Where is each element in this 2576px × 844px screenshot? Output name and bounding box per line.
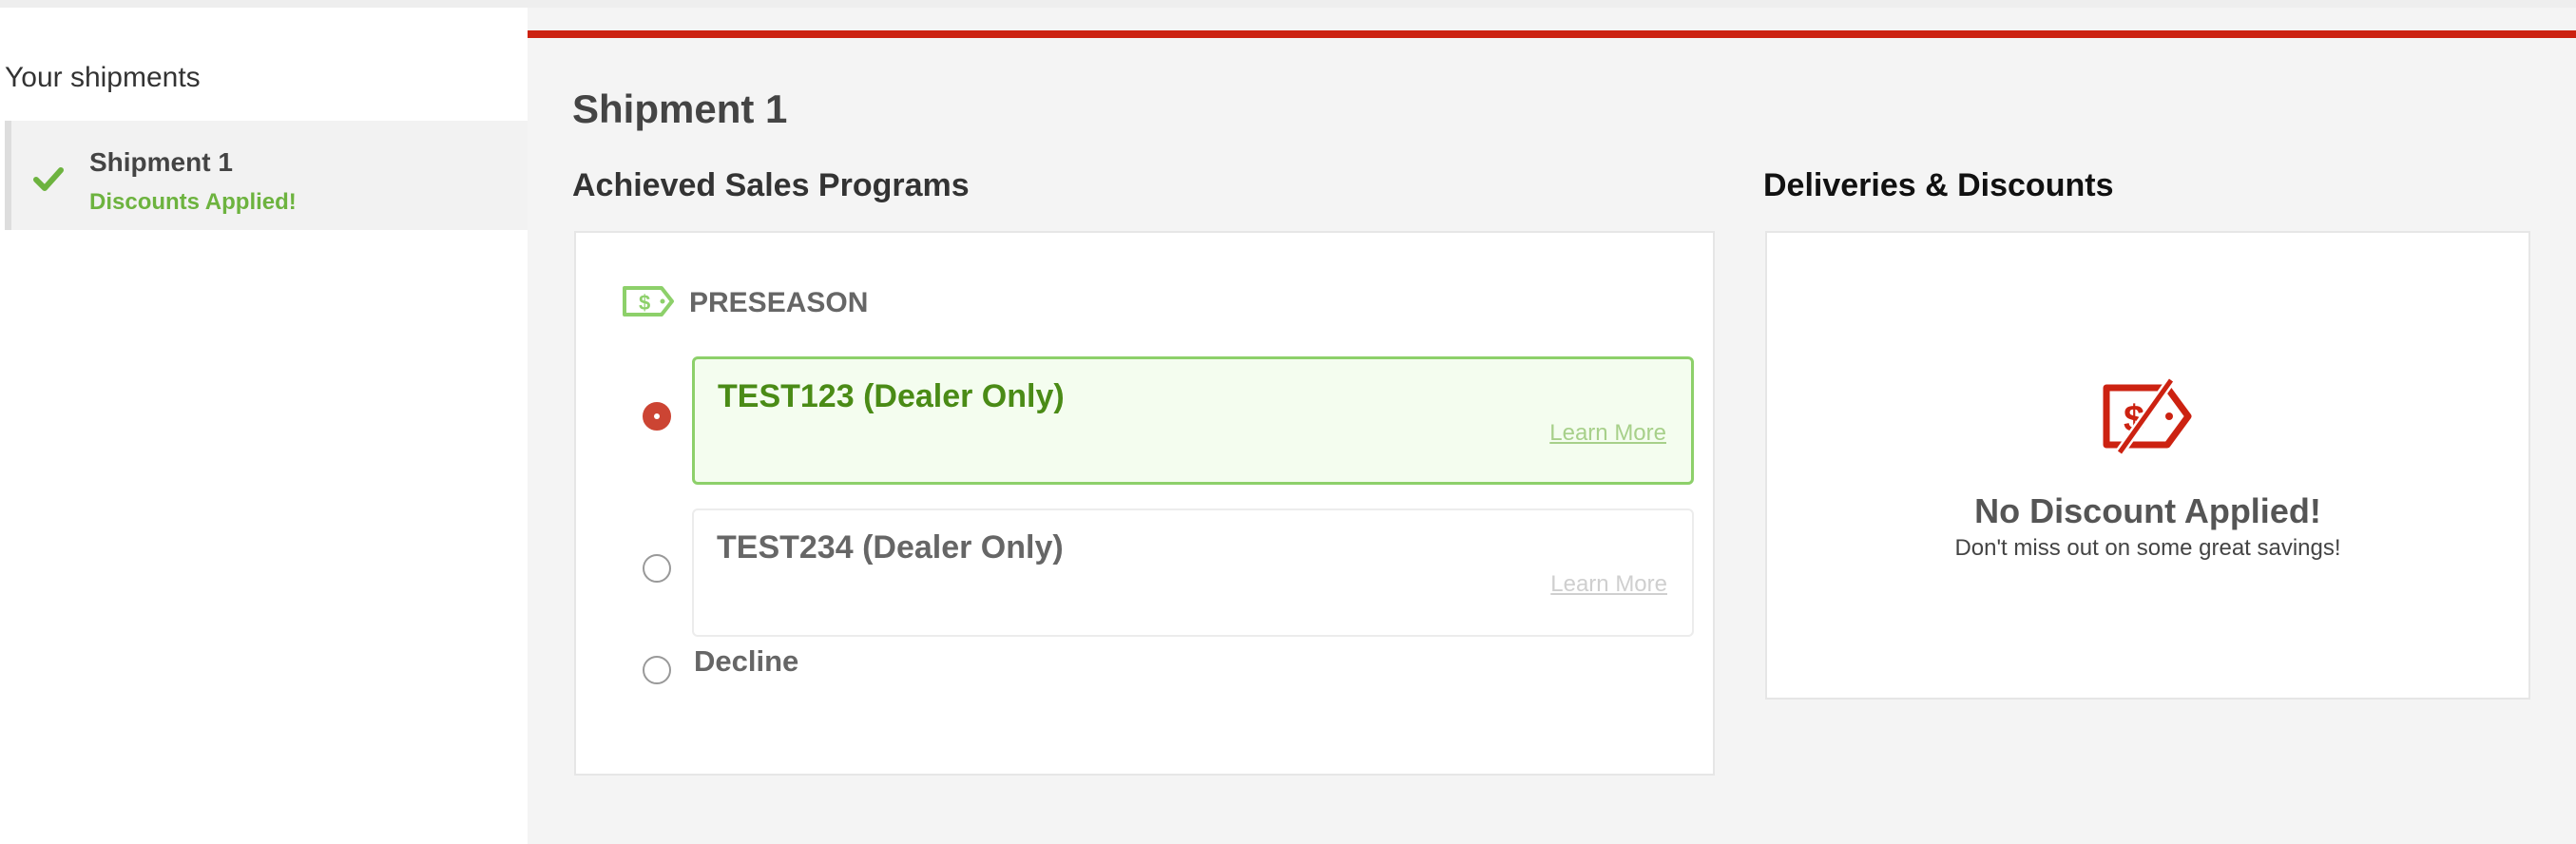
program-option-title: TEST123 (Dealer Only)	[718, 378, 1065, 414]
decline-radio[interactable]	[643, 656, 671, 684]
dollar-tag-icon: $	[623, 286, 674, 316]
sidebar-title: Your shipments	[5, 62, 201, 93]
program-option-test123[interactable]: TEST123 (Dealer Only) Learn More	[692, 356, 1694, 485]
program-radio-test234[interactable]	[643, 554, 671, 583]
decline-label[interactable]: Decline	[694, 644, 798, 679]
programs-heading: Achieved Sales Programs	[572, 167, 970, 203]
program-option-test234[interactable]: TEST234 (Dealer Only) Learn More	[692, 508, 1694, 637]
top-strip	[0, 0, 2576, 8]
checkmark-icon	[33, 167, 64, 191]
no-discount-title: No Discount Applied!	[1974, 491, 2321, 530]
learn-more-link[interactable]: Learn More	[1549, 420, 1666, 447]
shipment-name: Shipment 1	[89, 147, 233, 177]
shipments-sidebar: Your shipments Shipment 1 Discounts Appl…	[0, 8, 528, 844]
shipment-status: Discounts Applied!	[89, 189, 297, 215]
svg-text:$: $	[639, 291, 650, 315]
discounts-heading: Deliveries & Discounts	[1763, 167, 2114, 203]
sales-programs-card: $ PRESEASON TEST123 (Dealer Only) Learn …	[574, 231, 1715, 776]
no-discount-tag-icon: $	[2103, 378, 2192, 454]
program-radio-test123[interactable]	[643, 402, 671, 431]
page-title: Shipment 1	[572, 86, 788, 131]
discounts-card: $ No Discount Applied! Don't miss out on…	[1765, 231, 2530, 700]
sidebar-item-shipment-1[interactable]: Shipment 1 Discounts Applied!	[5, 121, 528, 230]
learn-more-link[interactable]: Learn More	[1550, 571, 1667, 598]
program-option-title: TEST234 (Dealer Only)	[717, 529, 1064, 566]
no-discount-subtitle: Don't miss out on some great savings!	[1954, 535, 2341, 561]
accent-bar	[528, 30, 2576, 38]
program-group-label: PRESEASON	[689, 287, 869, 318]
main-content: Shipment 1 Achieved Sales Programs Deliv…	[528, 8, 2576, 844]
